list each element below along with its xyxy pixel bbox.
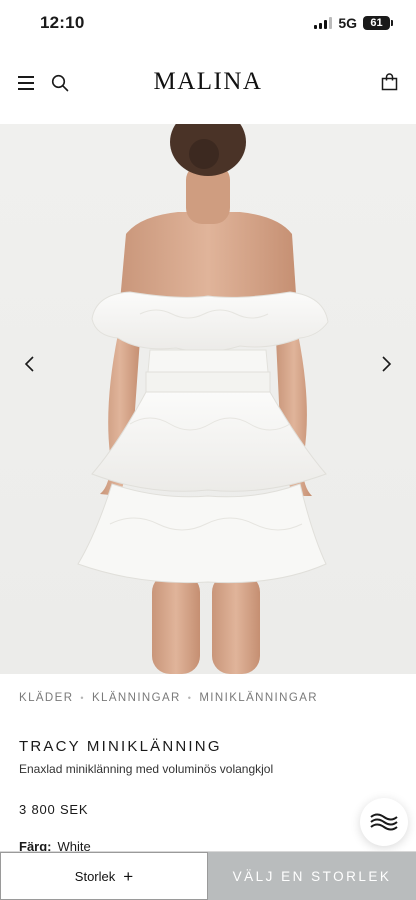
product-subtitle: Enaxlad miniklänning med voluminös volan… — [19, 762, 274, 776]
product-photo — [77, 124, 329, 674]
status-indicators: 5G 61 — [314, 15, 393, 31]
size-selector-button[interactable]: Storlek + — [0, 852, 208, 900]
product-title: TRACY MINIKLÄNNING — [19, 738, 222, 755]
network-label: 5G — [338, 15, 357, 31]
status-bar: 12:10 5G 61 — [0, 0, 416, 48]
battery-level: 61 — [370, 17, 383, 29]
status-time: 12:10 — [40, 13, 85, 32]
signal-icon — [314, 17, 333, 29]
shopping-bag-icon[interactable] — [381, 73, 398, 91]
breadcrumb-separator: • — [80, 693, 85, 703]
chat-button[interactable] — [360, 798, 408, 846]
battery-icon: 61 — [363, 16, 393, 30]
size-label: Storlek — [74, 868, 116, 884]
bottom-action-bar: Storlek + VÄLJ EN STORLEK — [0, 851, 416, 900]
breadcrumb-item-miniklanningar[interactable]: MINIKLÄNNINGAR — [199, 692, 318, 704]
breadcrumb: KLÄDER • KLÄNNINGAR • MINIKLÄNNINGAR — [19, 692, 318, 704]
site-header: MALINA — [0, 48, 416, 124]
plus-icon: + — [123, 866, 134, 886]
breadcrumb-item-klader[interactable]: KLÄDER — [19, 692, 73, 704]
breadcrumb-item-klanningar[interactable]: KLÄNNINGAR — [92, 692, 181, 704]
brand-logo[interactable]: MALINA — [0, 68, 416, 96]
chevron-left-icon[interactable] — [18, 352, 42, 376]
product-price: 3 800 SEK — [19, 802, 89, 817]
product-image-gallery[interactable] — [0, 124, 416, 674]
chevron-right-icon[interactable] — [374, 352, 398, 376]
chat-icon — [370, 813, 398, 831]
choose-size-button[interactable]: VÄLJ EN STORLEK — [208, 852, 416, 900]
breadcrumb-separator: • — [187, 693, 193, 703]
